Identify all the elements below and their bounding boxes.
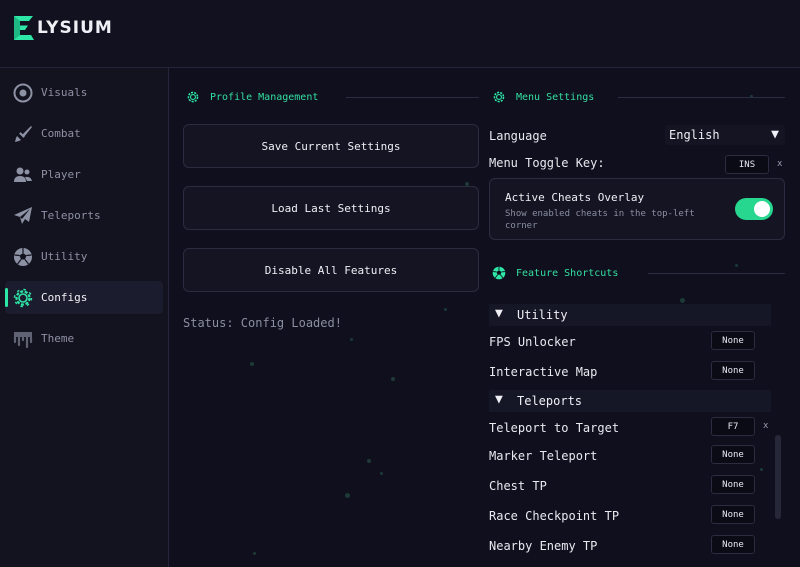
sidebar-item-configs[interactable]: Configs	[5, 281, 163, 314]
menu-settings-title: Menu Settings	[516, 91, 595, 103]
sidebar-item-label: Player	[41, 168, 81, 181]
eye-icon	[13, 83, 33, 103]
gear-icon	[187, 91, 199, 103]
section-divider	[346, 97, 479, 98]
sidebar: Visuals Combat Player Teleports Utility …	[0, 68, 169, 567]
logo-e-icon	[14, 16, 34, 40]
app-header: LYSIUM	[0, 0, 800, 68]
caret-down-icon: ▼	[771, 127, 779, 142]
overlay-toggle[interactable]	[735, 198, 773, 220]
shortcuts-scrollbar[interactable]	[775, 435, 781, 519]
shortcut-key-button[interactable]: None	[711, 475, 755, 494]
collapse-triangle-icon: ▼	[495, 306, 503, 321]
sidebar-item-label: Theme	[41, 332, 75, 345]
paint-drip-icon	[13, 332, 33, 349]
collapse-triangle-icon: ▼	[495, 392, 503, 407]
sidebar-item-teleports[interactable]: Teleports	[5, 199, 163, 232]
shortcut-key-button[interactable]: F7	[711, 417, 755, 436]
shortcut-label: Marker Teleport	[489, 449, 598, 463]
toggle-key-label: Menu Toggle Key:	[489, 156, 605, 170]
load-settings-button[interactable]: Load Last Settings	[183, 186, 479, 230]
sidebar-item-label: Teleports	[41, 209, 101, 222]
paper-plane-icon	[14, 207, 32, 224]
gear-icon	[493, 91, 505, 103]
sidebar-item-combat[interactable]: Combat	[5, 117, 163, 150]
language-label: Language	[489, 129, 547, 143]
shortcut-label: Interactive Map	[489, 365, 598, 379]
sidebar-item-label: Utility	[41, 250, 88, 263]
shortcut-label: Race Checkpoint TP	[489, 509, 620, 523]
menu-settings-header: Menu Settings	[492, 90, 594, 104]
shortcut-key-button[interactable]: None	[711, 535, 755, 554]
config-status: Status: Config Loaded!	[183, 316, 342, 330]
overlay-card: Active Cheats Overlay Show enabled cheat…	[489, 178, 785, 240]
overlay-title: Active Cheats Overlay	[505, 191, 645, 204]
group-title: Teleports	[517, 394, 583, 408]
shortcut-key-button[interactable]: None	[711, 331, 755, 350]
shortcut-label: Teleport to Target	[489, 421, 620, 435]
profile-section-title: Profile Management	[210, 91, 319, 103]
sidebar-item-utility[interactable]: Utility	[5, 240, 163, 273]
shortcut-label: Nearby Enemy TP	[489, 539, 598, 553]
soccer-ball-icon	[14, 248, 32, 266]
shortcut-key-button[interactable]: None	[711, 505, 755, 524]
users-icon	[14, 167, 32, 182]
clear-key-button[interactable]: x	[763, 421, 768, 431]
shortcut-key-button[interactable]: None	[711, 361, 755, 380]
section-divider	[618, 97, 785, 98]
sidebar-item-theme[interactable]: Theme	[5, 322, 163, 355]
shortcuts-header: Feature Shortcuts	[492, 266, 618, 280]
sidebar-item-label: Combat	[41, 127, 81, 140]
group-header-teleports[interactable]: ▼ Teleports	[489, 390, 771, 412]
clear-key-button[interactable]: x	[777, 159, 782, 169]
sidebar-item-label: Configs	[41, 291, 88, 304]
group-title: Utility	[517, 308, 568, 322]
language-select[interactable]: English ▼	[665, 125, 785, 145]
shortcut-label: Chest TP	[489, 479, 547, 493]
app-logo: LYSIUM	[13, 15, 113, 41]
sidebar-item-visuals[interactable]: Visuals	[5, 76, 163, 109]
shortcuts-title: Feature Shortcuts	[516, 267, 619, 279]
save-settings-button[interactable]: Save Current Settings	[183, 124, 479, 168]
disable-all-button[interactable]: Disable All Features	[183, 248, 479, 292]
toggle-key-button[interactable]: INS	[725, 155, 769, 174]
section-divider	[648, 273, 785, 274]
logo-text: LYSIUM	[37, 18, 113, 38]
profile-section-header: Profile Management	[186, 90, 318, 104]
group-header-utility[interactable]: ▼ Utility	[489, 304, 771, 326]
overlay-description: Show enabled cheats in the top-left corn…	[505, 209, 695, 231]
shortcut-label: FPS Unlocker	[489, 335, 576, 349]
shortcut-key-button[interactable]: None	[711, 445, 755, 464]
soccer-ball-icon	[492, 266, 506, 280]
sidebar-item-label: Visuals	[41, 86, 88, 99]
toggle-knob	[754, 201, 770, 217]
language-value: English	[669, 128, 720, 142]
sword-icon	[15, 126, 32, 142]
sidebar-item-player[interactable]: Player	[5, 158, 163, 191]
gear-icon	[13, 288, 33, 308]
